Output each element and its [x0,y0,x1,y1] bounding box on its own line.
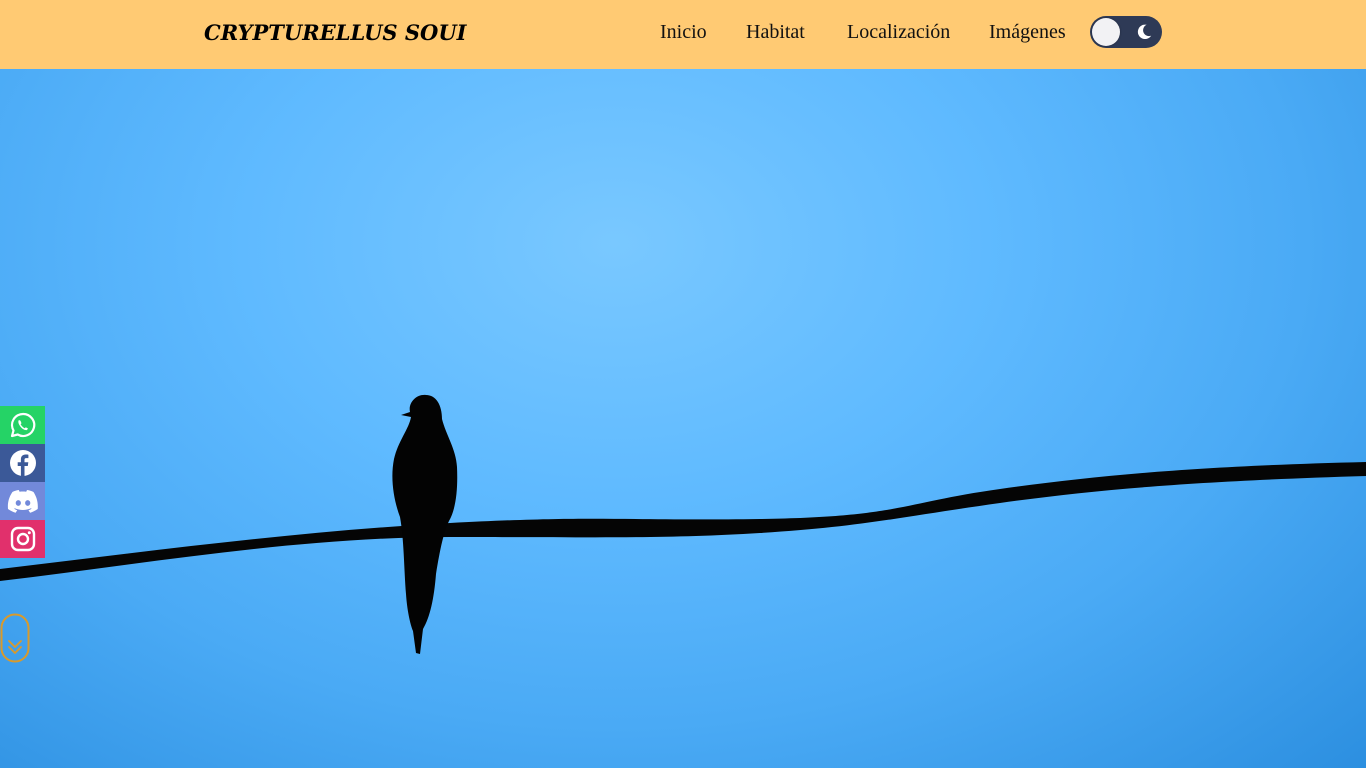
nav-link-imagenes[interactable]: Imágenes [989,21,1066,43]
dark-mode-toggle[interactable] [1090,16,1162,48]
page: CRYPTURELLUS SOUI Inicio Habitat Localiz… [0,0,1366,768]
whatsapp-icon [10,412,35,438]
moon-icon [1137,24,1152,40]
social-sidebar [0,406,45,558]
navbar: CRYPTURELLUS SOUI Inicio Habitat Localiz… [0,0,1366,69]
instagram-link[interactable] [0,520,45,558]
instagram-icon [10,526,35,552]
hero-image [0,69,1366,768]
facebook-icon [9,450,36,476]
nav-link-localizacion[interactable]: Localización [847,21,950,43]
nav-link-inicio[interactable]: Inicio [660,21,707,43]
chevron-down-icon [8,640,22,654]
toggle-knob [1092,18,1120,46]
discord-link[interactable] [0,482,45,520]
brand-logo[interactable]: CRYPTURELLUS SOUI [204,20,466,45]
whatsapp-link[interactable] [0,406,45,444]
discord-icon [7,490,38,513]
wire [0,462,1366,581]
bird-on-wire-illustration [0,394,1366,654]
scroll-down-indicator[interactable] [0,613,30,663]
nav-link-habitat[interactable]: Habitat [746,21,805,43]
facebook-link[interactable] [0,444,45,482]
